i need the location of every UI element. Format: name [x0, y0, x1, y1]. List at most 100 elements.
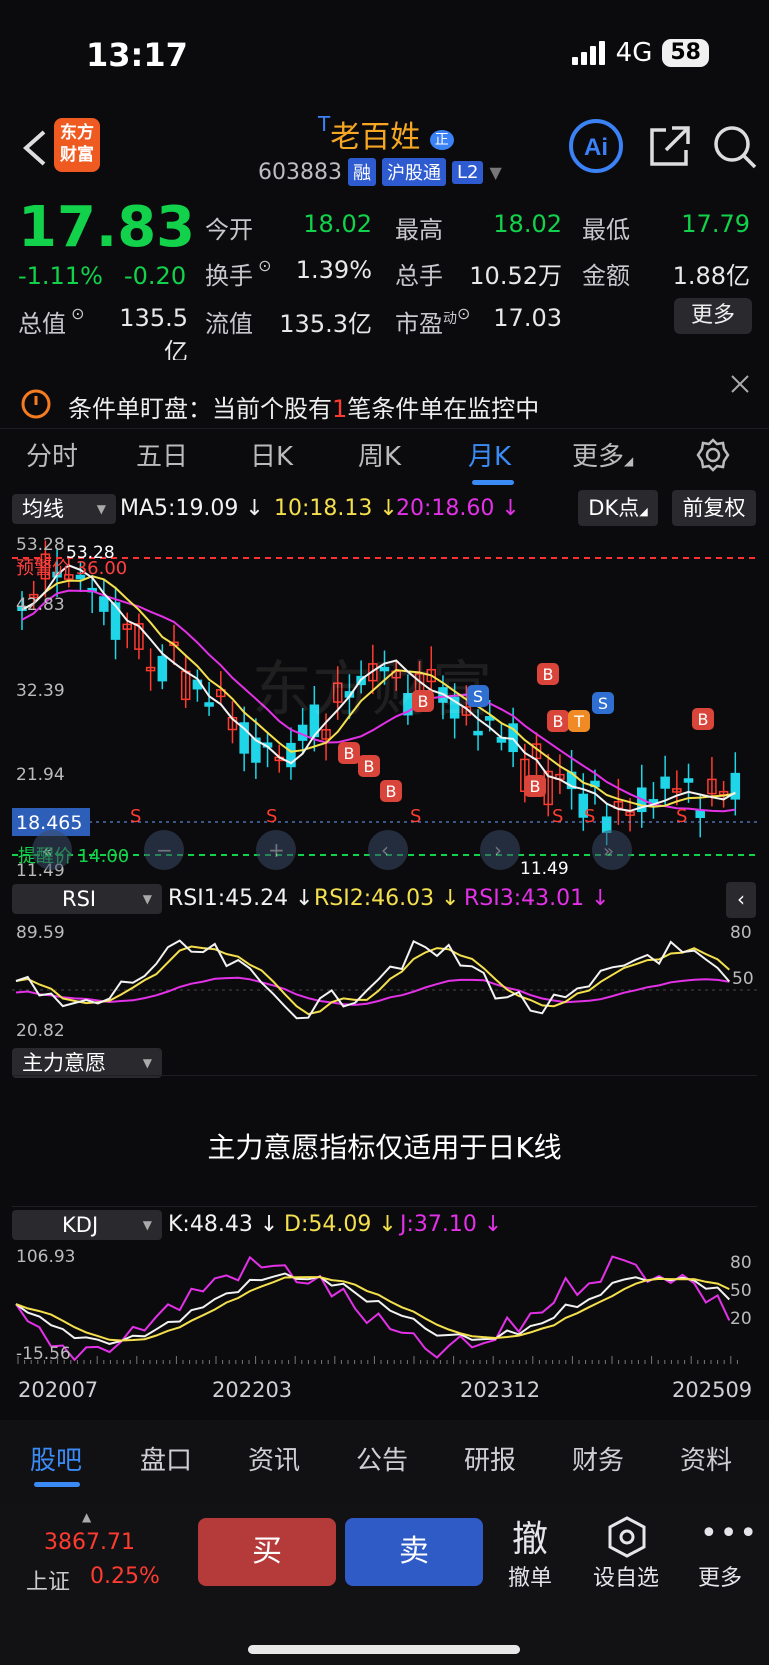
tab-five-day[interactable]: 五日	[136, 436, 188, 473]
sell-signal: S	[552, 806, 563, 827]
more-quote-button[interactable]: 更多	[674, 298, 752, 334]
kdj-axis-max: 106.93	[16, 1247, 75, 1267]
change-percent: -1.11%	[18, 262, 103, 290]
nav-profile[interactable]: 资料	[680, 1440, 732, 1477]
ma-select[interactable]: 均线 ▼	[12, 494, 116, 524]
pe-label: 市盈动⊙	[395, 304, 471, 338]
cancel-order-icon[interactable]: 撤	[490, 1510, 570, 1562]
chevron-right-icon: ›	[494, 838, 502, 862]
stock-name: T老百姓 正	[318, 112, 454, 156]
sell-signal: S	[584, 806, 595, 827]
kdj-tick-80: 80	[730, 1253, 752, 1273]
stock-name-text: 老百姓	[330, 120, 421, 155]
date-label-1: 202007	[18, 1378, 99, 1402]
tab-intraday[interactable]: 分时	[26, 436, 78, 473]
nav-research[interactable]: 研报	[464, 1440, 516, 1477]
tab-weekly[interactable]: 周K	[358, 436, 401, 473]
index-name: 上证	[26, 1570, 71, 1595]
high-mark: 53.28	[66, 543, 115, 563]
nav-orderbook[interactable]: 盘口	[140, 1440, 192, 1477]
trade-marker-label: S	[598, 694, 608, 713]
x-axis-ticks	[17, 1356, 738, 1364]
index-value[interactable]: 3867.71	[44, 1530, 135, 1555]
chevron-left-icon: ‹	[381, 838, 389, 862]
total-cap-label: 总值 ⊙	[18, 304, 85, 338]
search-icon[interactable]	[712, 124, 758, 170]
last-price: 17.83	[18, 195, 196, 260]
buy-button[interactable]: 买	[198, 1518, 336, 1586]
rsi-select[interactable]: RSI ▼	[12, 884, 162, 914]
add-watchlist-icon[interactable]	[606, 1516, 648, 1558]
rsi-tick-50: 50	[732, 969, 754, 989]
nav-forum[interactable]: 股吧	[30, 1440, 82, 1477]
low-mark: 11.49	[520, 859, 569, 879]
candle-body	[99, 596, 109, 612]
adjust-button[interactable]: 前复权	[672, 490, 756, 526]
info-icon[interactable]: ⊙	[457, 304, 470, 323]
volume-label: 总手	[395, 262, 443, 290]
high-value: 18.02	[493, 210, 562, 238]
kdj-select[interactable]: KDJ ▼	[12, 1210, 162, 1240]
ma20-value: 20:18.60 ↓	[396, 496, 520, 521]
candlestick-chart[interactable]: 东方财富 53.28 预警价 36.00 53.28 42.83 32.39 2…	[12, 530, 757, 880]
price-axis-4: 21.94	[16, 765, 65, 785]
more-dots-icon[interactable]: •••	[700, 1516, 759, 1551]
expand-up-icon[interactable]: ▲	[82, 1510, 91, 1524]
tab-more[interactable]: 更多◢	[572, 436, 633, 473]
price-axis-2: 42.83	[16, 595, 65, 615]
candle-body	[157, 655, 168, 682]
watermark: 东方财富	[252, 656, 492, 723]
rsi2-value: RSI2:46.03 ↓	[314, 886, 460, 911]
d-line	[15, 1276, 730, 1342]
close-icon[interactable]	[730, 374, 750, 394]
pe-value: 17.03	[493, 304, 562, 332]
info-icon[interactable]: ⊙	[66, 304, 84, 323]
double-left-icon: «	[42, 841, 53, 862]
t-badge: T	[318, 112, 331, 136]
stock-code-row[interactable]: 603883 融 沪股通 L2 ▼	[258, 158, 502, 186]
network-type: 4G	[615, 38, 653, 68]
collapse-indicator-button[interactable]: ‹	[726, 882, 756, 918]
trade-marker-label: B	[543, 665, 554, 684]
cancel-order-label[interactable]: 撤单	[490, 1560, 570, 1592]
nav-financials[interactable]: 财务	[572, 1440, 624, 1477]
back-icon[interactable]	[18, 128, 54, 168]
k-value: K:48.43 ↓	[168, 1212, 279, 1237]
main-force-select[interactable]: 主力意愿 ▼	[12, 1048, 162, 1078]
date-label-3: 202312	[460, 1378, 541, 1402]
status-time: 13:17	[86, 36, 188, 74]
trade-marker-label: B	[530, 777, 541, 796]
total-cap-value: 135.5亿	[119, 304, 188, 366]
tab-daily[interactable]: 日K	[250, 436, 293, 473]
rsi-axis-min: 20.82	[16, 1021, 65, 1040]
j-value: J:37.10 ↓	[400, 1212, 503, 1237]
double-right-icon: »	[603, 841, 614, 862]
more-actions-label[interactable]: 更多	[680, 1560, 760, 1592]
kdj-tick-50: 50	[730, 1281, 752, 1301]
info-icon[interactable]: ⊙	[253, 256, 271, 275]
nav-announcements[interactable]: 公告	[356, 1440, 408, 1477]
gear-icon[interactable]	[696, 438, 730, 472]
ai-icon[interactable]: Ai	[568, 118, 624, 174]
low-label: 最低	[582, 216, 630, 244]
battery-level: 58	[662, 39, 709, 67]
turnover-value: 1.39%	[295, 256, 372, 284]
rsi2-line	[15, 945, 730, 1016]
change-value: -0.20	[124, 262, 187, 290]
date-label-4: 202509	[672, 1378, 753, 1402]
sell-button[interactable]: 卖	[345, 1518, 483, 1586]
stock-code: 603883	[258, 159, 342, 185]
low-value: 17.79	[681, 210, 750, 238]
date-label-2: 202203	[212, 1378, 293, 1402]
dropdown-icon[interactable]: ▼	[489, 163, 501, 182]
sell-signal: S	[130, 806, 141, 827]
dk-point-button[interactable]: DK点◢	[578, 490, 658, 526]
nav-news[interactable]: 资讯	[248, 1440, 300, 1477]
add-watchlist-label[interactable]: 设自选	[586, 1560, 666, 1592]
share-icon[interactable]	[648, 124, 692, 168]
amount-value: 1.88亿	[672, 262, 750, 290]
signal-icon	[571, 41, 605, 65]
tab-monthly[interactable]: 月K	[468, 436, 511, 473]
float-cap-value: 135.3亿	[279, 310, 372, 338]
active-tab-indicator	[472, 480, 514, 485]
